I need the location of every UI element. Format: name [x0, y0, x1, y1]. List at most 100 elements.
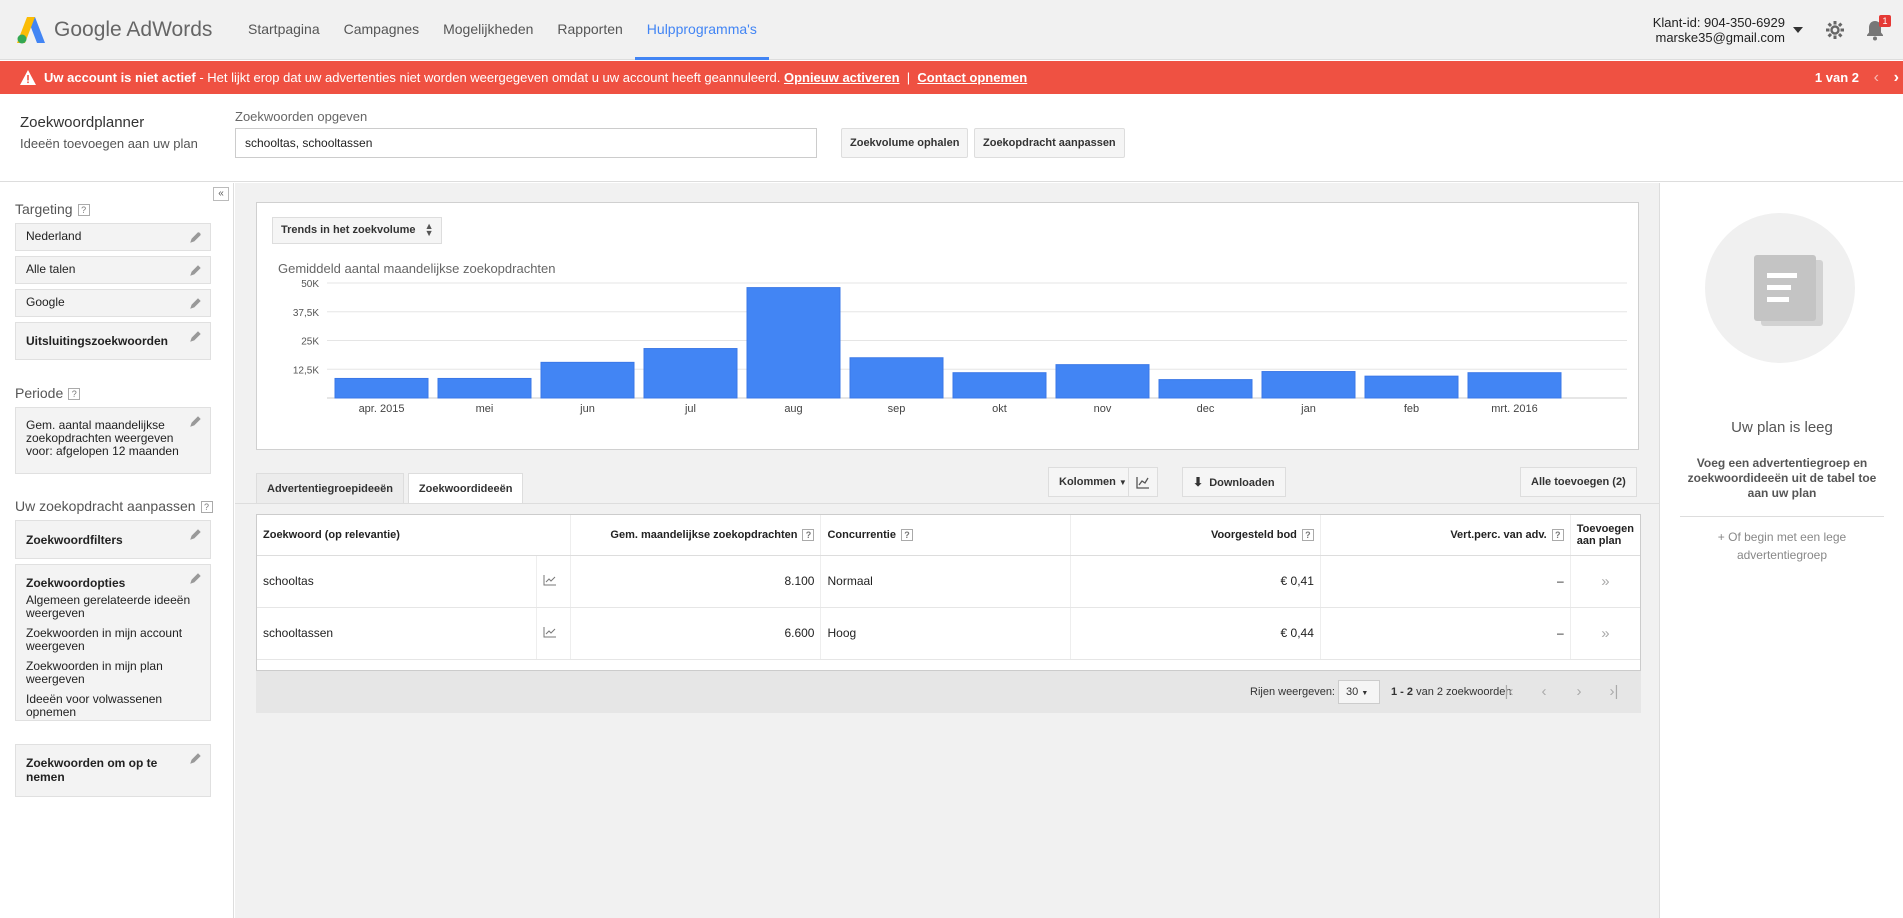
idea-tabs: Advertentiegroepideeën Zoekwoordideeën: [256, 473, 527, 504]
include-keywords[interactable]: Zoekwoorden om op te nemen: [15, 744, 211, 797]
plan-empty-title: Uw plan is leeg: [1731, 419, 1833, 436]
download-icon: ⬇: [1193, 475, 1204, 489]
table-row: schooltas 8.100 Normaal € 0,41 – »: [257, 555, 1640, 608]
keyword-cell: schooltassen: [257, 607, 537, 660]
help-icon[interactable]: ?: [77, 204, 90, 217]
x-tick-label: dec: [1197, 403, 1215, 415]
targeting-network-label: Google: [26, 295, 65, 309]
trend-cell[interactable]: [536, 607, 571, 660]
header-ad-share[interactable]: Vert.perc. van adv.?: [1320, 515, 1571, 556]
collapse-sidebar-button[interactable]: «: [213, 187, 229, 201]
keyword-options[interactable]: Zoekwoordopties Algemeen gerelateerde id…: [15, 564, 211, 721]
alert-next-icon[interactable]: ›: [1894, 61, 1899, 94]
pencil-icon[interactable]: [190, 572, 202, 584]
pencil-icon[interactable]: [190, 415, 202, 427]
prev-page-icon[interactable]: ‹: [1534, 682, 1554, 702]
negative-keywords[interactable]: Uitsluitingszoekwoorden: [15, 322, 211, 360]
caret-down-icon: ▼: [1361, 690, 1369, 697]
help-icon[interactable]: ?: [1301, 528, 1314, 541]
get-volume-button[interactable]: Zoekvolume ophalen: [841, 128, 969, 158]
help-icon[interactable]: ?: [900, 528, 913, 541]
trend-dropdown[interactable]: Trends in het zoekvolume ▲ ▼: [272, 217, 443, 244]
rows-select[interactable]: 30 ▼: [1338, 680, 1380, 704]
edit-search-button[interactable]: Zoekopdracht aanpassen: [974, 128, 1125, 158]
add-all-button[interactable]: Alle toevoegen (2): [1520, 467, 1637, 497]
targeting-location[interactable]: Nederland: [15, 223, 211, 251]
adwords-logo-icon: [17, 17, 45, 44]
bar-3: [540, 361, 635, 399]
adwords-logo[interactable]: Google AdWords: [16, 13, 212, 47]
tab-keyword-ideas[interactable]: Zoekwoordideeën: [407, 473, 524, 504]
searches-cell: 6.600: [570, 607, 822, 660]
chart-toggle-button[interactable]: [1128, 467, 1158, 497]
add-to-plan-button[interactable]: »: [1570, 555, 1640, 608]
targeting-location-label: Nederland: [26, 229, 82, 243]
targeting-network[interactable]: Google: [15, 289, 211, 317]
ad-share-cell: –: [1320, 607, 1571, 660]
pencil-icon[interactable]: [190, 297, 202, 309]
alert-prev-icon[interactable]: ‹: [1874, 61, 1879, 94]
columns-button[interactable]: Kolommen ▼: [1048, 467, 1138, 497]
account-caret-icon[interactable]: [1793, 27, 1803, 33]
header-keyword[interactable]: Zoekwoord (op relevantie): [257, 515, 571, 556]
nav-startpagina[interactable]: Startpagina: [236, 0, 332, 60]
x-tick-label: apr. 2015: [359, 403, 405, 415]
keywords-input[interactable]: [235, 128, 817, 158]
keyword-option: Zoekwoorden in mijn plan weergeven: [26, 659, 163, 686]
negative-keywords-label: Uitsluitingszoekwoorden: [26, 334, 169, 348]
x-tick-label: nov: [1094, 403, 1112, 415]
help-icon[interactable]: ?: [200, 501, 213, 514]
header-bid[interactable]: Voorgesteld bod?: [1070, 515, 1321, 556]
keyword-table: Zoekwoord (op relevantie) Gem. maandelij…: [256, 514, 1641, 671]
add-to-plan-button[interactable]: »: [1570, 607, 1640, 660]
nav-rapporten[interactable]: Rapporten: [545, 0, 634, 60]
header-searches[interactable]: Gem. maandelijkse zoekopdrachten?: [570, 515, 822, 556]
account-info[interactable]: Klant-id: 904-350-6929 marske35@gmail.co…: [1653, 15, 1785, 45]
alert-separator: |: [906, 70, 911, 85]
notification-badge: 1: [1879, 15, 1891, 27]
gear-icon[interactable]: [1825, 20, 1845, 40]
pencil-icon[interactable]: [190, 752, 202, 764]
planner-header: Zoekwoordplanner Ideeën toevoegen aan uw…: [0, 94, 1903, 182]
bar-10: [1261, 371, 1356, 399]
trend-cell[interactable]: [536, 555, 571, 608]
nav-mogelijkheden[interactable]: Mogelijkheden: [431, 0, 545, 60]
y-tick-label: 50K: [301, 279, 319, 290]
download-button[interactable]: ⬇ Downloaden: [1182, 467, 1286, 497]
help-icon[interactable]: ?: [1551, 528, 1564, 541]
line-chart-icon[interactable]: [543, 574, 557, 586]
targeting-language[interactable]: Alle talen: [15, 256, 211, 284]
header-competition[interactable]: Concurrentie?: [820, 515, 1071, 556]
targeting-label: Targeting?: [15, 201, 90, 217]
line-chart-icon[interactable]: [543, 626, 557, 638]
help-icon[interactable]: ?: [68, 388, 81, 401]
contact-link[interactable]: Contact opnemen: [917, 70, 1027, 85]
trend-dropdown-label: Trends in het zoekvolume: [281, 224, 416, 236]
keyword-option: Zoekwoorden in mijn account weergeven: [26, 626, 183, 653]
x-tick-label: jan: [1300, 403, 1316, 415]
alert-text: - Het lijkt erop dat uw advertenties nie…: [195, 70, 784, 85]
bar-11: [1364, 375, 1459, 399]
targeting-language-label: Alle talen: [26, 262, 76, 276]
last-page-icon[interactable]: ›|: [1604, 682, 1624, 702]
keyword-filters[interactable]: Zoekwoordfilters: [15, 520, 211, 559]
pencil-icon[interactable]: [190, 528, 202, 540]
first-page-icon[interactable]: |‹: [1499, 682, 1519, 702]
rows-label: Rijen weergeven:: [1250, 686, 1335, 698]
nav-campagnes[interactable]: Campagnes: [332, 0, 432, 60]
pencil-icon[interactable]: [190, 264, 202, 276]
reactivate-link[interactable]: Opnieuw activeren: [784, 70, 900, 85]
table-header-row: Zoekwoord (op relevantie) Gem. maandelij…: [257, 515, 1640, 556]
bid-cell: € 0,41: [1070, 555, 1321, 608]
empty-ad-group-link[interactable]: + Of begin met een lege advertentiegroep: [1688, 528, 1876, 564]
tab-ad-group-ideas[interactable]: Advertentiegroepideeën: [256, 473, 404, 503]
help-icon[interactable]: ?: [802, 528, 815, 541]
next-page-icon[interactable]: ›: [1569, 682, 1589, 702]
pencil-icon[interactable]: [190, 330, 202, 342]
x-tick-label: jul: [684, 403, 696, 415]
nav-hulpprogrammas[interactable]: Hulpprogramma's: [634, 0, 769, 60]
plan-panel: Uw plan is leeg Voeg een advertentiegroe…: [1659, 183, 1903, 918]
period-box[interactable]: Gem. aantal maandelijkse zoekopdrachten …: [15, 407, 211, 474]
pencil-icon[interactable]: [190, 231, 202, 243]
header-add-to-plan: Toevoegen aan plan: [1570, 515, 1640, 556]
